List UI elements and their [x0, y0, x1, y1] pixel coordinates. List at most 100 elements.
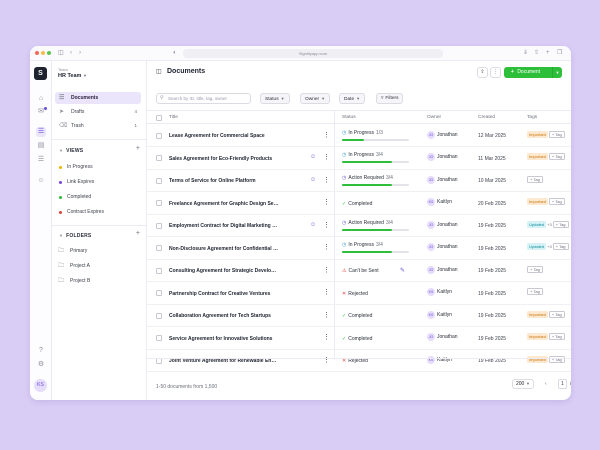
- view-item-link-expires[interactable]: Link Expires: [57, 178, 94, 186]
- help-icon[interactable]: ?: [36, 346, 46, 356]
- sidebar-item-drafts[interactable]: ➤ Drafts 4: [55, 106, 141, 118]
- document-title[interactable]: Employment Contract for Digital Marketin…: [169, 223, 279, 229]
- list-icon[interactable]: ☰: [36, 155, 46, 165]
- document-title[interactable]: Partnership Contract for Creative Ventur…: [169, 291, 279, 297]
- tag-important[interactable]: Important: [527, 130, 548, 138]
- add-tag-button[interactable]: + Tag: [552, 243, 569, 250]
- brand-logo[interactable]: S: [34, 67, 47, 80]
- folder-item-primary[interactable]: 🗀 Primary: [57, 247, 87, 255]
- row-menu-button[interactable]: ⋮: [323, 199, 330, 206]
- add-tag-button[interactable]: + Tag: [552, 220, 569, 228]
- document-title[interactable]: Terms of Service for Online Platform: [169, 178, 279, 184]
- table-row[interactable]: Freelance Agreement for Graphic Design S…: [147, 192, 571, 215]
- table-row[interactable]: Terms of Service for Online Platform ☺ ⋮ ◷ A…: [147, 170, 571, 192]
- table-row[interactable]: Collaboration Agreement for Tech Startup…: [147, 305, 571, 327]
- column-title[interactable]: Title: [169, 115, 178, 120]
- users-icon[interactable]: ☺: [36, 176, 46, 186]
- assign-signer-icon[interactable]: ☺: [310, 154, 316, 160]
- chevron-down-icon[interactable]: ▼: [552, 67, 562, 78]
- row-menu-button[interactable]: ⋮: [323, 154, 330, 161]
- document-title[interactable]: Collaboration Agreement for Tech Startup…: [169, 313, 279, 319]
- close-window-button[interactable]: [35, 51, 39, 55]
- select-all-checkbox[interactable]: [156, 115, 162, 121]
- assign-signer-icon[interactable]: ☺: [310, 222, 316, 228]
- row-menu-button[interactable]: ⋮: [323, 132, 330, 139]
- document-title[interactable]: Sales Agreement for Eco-Friendly Product…: [169, 156, 279, 162]
- row-checkbox[interactable]: [156, 132, 162, 139]
- file-icon[interactable]: ▤: [36, 141, 46, 151]
- add-tag-button[interactable]: + Tag: [548, 333, 565, 340]
- add-tag-button[interactable]: + Tag: [548, 153, 565, 160]
- add-tag-button[interactable]: + Tag: [548, 130, 565, 138]
- row-checkbox[interactable]: [156, 155, 162, 161]
- owner-filter[interactable]: Owner ▼: [300, 93, 331, 104]
- view-item-contract-expires[interactable]: Contract Expires: [57, 208, 104, 216]
- row-menu-button[interactable]: ⋮: [323, 289, 330, 296]
- row-menu-button[interactable]: ⋮: [323, 177, 330, 184]
- document-title[interactable]: Lease Agreement for Commercial Space: [169, 133, 279, 139]
- table-row[interactable]: Lease Agreement for Commercial Space ⋮ ◷ In…: [147, 125, 571, 147]
- views-header[interactable]: ▼ VIEWS: [59, 148, 83, 154]
- address-bar[interactable]: Signitiyapp.com: [183, 49, 443, 58]
- row-checkbox[interactable]: [156, 290, 162, 296]
- document-title[interactable]: Service Agreement for Innovative Solutio…: [169, 336, 279, 342]
- more-options-button[interactable]: ⋮: [490, 67, 501, 78]
- row-menu-button[interactable]: ⋮: [323, 222, 330, 229]
- view-item-completed[interactable]: Completed: [57, 193, 91, 201]
- column-tags[interactable]: Tags: [527, 115, 537, 120]
- new-document-button[interactable]: + Document ▼: [504, 67, 562, 78]
- add-tag-button[interactable]: + Tag: [527, 175, 543, 183]
- table-row[interactable]: Employment Contract for Digital Marketin…: [147, 215, 571, 237]
- sidebar-toggle-icon[interactable]: ◫: [58, 49, 64, 57]
- per-page-select[interactable]: 200 ▼: [512, 379, 534, 389]
- sidebar-item-trash[interactable]: ⌫ Trash 1: [55, 120, 141, 132]
- shield-icon[interactable]: ◐: [173, 49, 177, 57]
- forward-icon[interactable]: ›: [79, 49, 81, 57]
- settings-gear-icon[interactable]: ⚙: [36, 360, 46, 370]
- row-menu-button[interactable]: ⋮: [323, 244, 330, 251]
- row-checkbox[interactable]: [156, 335, 162, 341]
- document-title[interactable]: Freelance Agreement for Graphic Design S…: [169, 201, 279, 207]
- add-tag-button[interactable]: + Tag: [527, 288, 543, 295]
- team-switcher[interactable]: HR Team ▼: [58, 73, 87, 79]
- date-filter[interactable]: Date ▼: [339, 93, 366, 104]
- add-view-button[interactable]: +: [136, 145, 140, 152]
- tag-important[interactable]: Important: [527, 198, 548, 205]
- more-tags-count[interactable]: +3: [547, 221, 552, 228]
- tag-important[interactable]: Important: [527, 153, 548, 160]
- document-title[interactable]: Non-Disclosure Agreement for Confidentia…: [169, 246, 279, 252]
- table-row[interactable]: Sales Agreement for Eco-Friendly Product…: [147, 147, 571, 170]
- column-created[interactable]: Created: [478, 115, 495, 120]
- document-title[interactable]: Consulting Agreement for Strategic Devel…: [169, 268, 279, 274]
- row-menu-button[interactable]: ⋮: [323, 312, 330, 319]
- status-filter[interactable]: Status ▼: [260, 93, 290, 104]
- add-folder-button[interactable]: +: [136, 230, 140, 237]
- table-row[interactable]: Partnership Contract for Creative Ventur…: [147, 282, 571, 305]
- documents-icon[interactable]: ☰: [36, 127, 46, 137]
- download-icon[interactable]: ⇓: [523, 49, 528, 57]
- tag-important[interactable]: Important: [527, 333, 548, 340]
- tag-updated[interactable]: Updated: [527, 243, 547, 250]
- prev-page-button[interactable]: ‹: [545, 379, 547, 389]
- table-row[interactable]: Consulting Agreement for Strategic Devel…: [147, 260, 571, 282]
- tag-important[interactable]: Important: [527, 310, 548, 318]
- current-page-input[interactable]: 1: [558, 379, 567, 389]
- table-row[interactable]: Service Agreement for Innovative Solutio…: [147, 327, 571, 350]
- export-button[interactable]: ⇧: [477, 67, 488, 78]
- filters-button[interactable]: ▿ Filters: [376, 93, 404, 104]
- tag-updated[interactable]: Updated: [527, 220, 547, 228]
- new-tab-icon[interactable]: +: [546, 49, 550, 57]
- row-checkbox[interactable]: [156, 312, 162, 319]
- folders-header[interactable]: ▼ FOLDERS: [59, 233, 91, 239]
- row-menu-button[interactable]: ⋮: [323, 334, 330, 341]
- sidebar-item-documents[interactable]: ☰ Documents: [55, 92, 141, 104]
- add-tag-button[interactable]: + Tag: [548, 198, 565, 205]
- minimize-window-button[interactable]: [41, 51, 45, 55]
- folder-item-project-a[interactable]: 🗀 Project A: [57, 262, 90, 270]
- assign-signer-icon[interactable]: ☺: [310, 177, 316, 183]
- more-tags-count[interactable]: +3: [547, 243, 552, 250]
- row-checkbox[interactable]: [156, 222, 162, 229]
- table-row[interactable]: Non-Disclosure Agreement for Confidentia…: [147, 237, 571, 260]
- user-avatar[interactable]: KS: [34, 379, 47, 392]
- row-menu-button[interactable]: ⋮: [323, 267, 330, 274]
